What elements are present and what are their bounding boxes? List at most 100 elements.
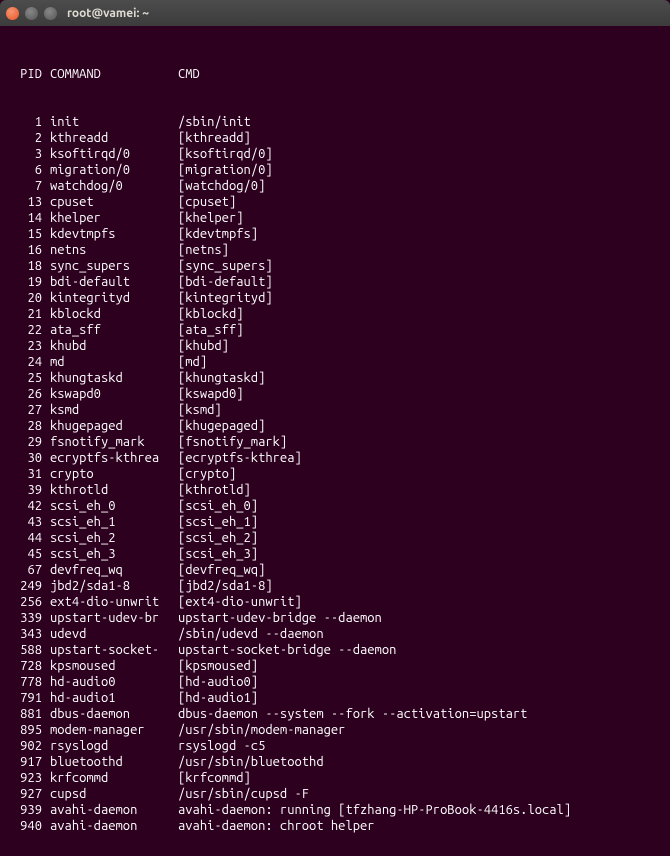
cell-pid: 14 bbox=[10, 210, 50, 226]
cell-cmd: [scsi_eh_1] bbox=[178, 514, 660, 530]
cell-pid: 927 bbox=[10, 786, 50, 802]
cell-cmd: [watchdog/0] bbox=[178, 178, 660, 194]
cell-pid: 42 bbox=[10, 498, 50, 514]
table-row: 20kintegrityd[kintegrityd] bbox=[10, 290, 660, 306]
table-row: 22ata_sff[ata_sff] bbox=[10, 322, 660, 338]
header-command: COMMAND bbox=[50, 66, 178, 82]
cell-cmd: [hd-audio1] bbox=[178, 690, 660, 706]
terminal-output[interactable]: PID COMMAND CMD 1init/sbin/init2kthreadd… bbox=[0, 26, 670, 856]
window-controls bbox=[6, 7, 57, 20]
cell-command: migration/0 bbox=[50, 162, 178, 178]
cell-cmd: [kdevtmpfs] bbox=[178, 226, 660, 242]
cell-command: sync_supers bbox=[50, 258, 178, 274]
cell-cmd: [ext4-dio-unwrit] bbox=[178, 594, 660, 610]
cell-command: hd-audio1 bbox=[50, 690, 178, 706]
table-row: 45scsi_eh_3[scsi_eh_3] bbox=[10, 546, 660, 562]
cell-command: kswapd0 bbox=[50, 386, 178, 402]
cell-cmd: /usr/sbin/modem-manager bbox=[178, 722, 660, 738]
table-row: 18sync_supers[sync_supers] bbox=[10, 258, 660, 274]
cell-cmd: [khungtaskd] bbox=[178, 370, 660, 386]
cell-pid: 939 bbox=[10, 802, 50, 818]
cell-pid: 45 bbox=[10, 546, 50, 562]
cell-command: netns bbox=[50, 242, 178, 258]
cell-cmd: dbus-daemon --system --fork --activation… bbox=[178, 706, 660, 722]
table-row: 917bluetoothd/usr/sbin/bluetoothd bbox=[10, 754, 660, 770]
cell-command: avahi-daemon bbox=[50, 818, 178, 834]
window-title: root@vamei: ~ bbox=[67, 7, 149, 20]
table-row: 881dbus-daemondbus-daemon --system --for… bbox=[10, 706, 660, 722]
cell-command: kintegrityd bbox=[50, 290, 178, 306]
cell-command: khubd bbox=[50, 338, 178, 354]
cell-pid: 25 bbox=[10, 370, 50, 386]
cell-cmd: [sync_supers] bbox=[178, 258, 660, 274]
cell-cmd: [bdi-default] bbox=[178, 274, 660, 290]
cell-pid: 23 bbox=[10, 338, 50, 354]
cell-command: jbd2/sda1-8 bbox=[50, 578, 178, 594]
cell-command: khelper bbox=[50, 210, 178, 226]
close-icon[interactable] bbox=[6, 7, 19, 20]
cell-cmd: [scsi_eh_2] bbox=[178, 530, 660, 546]
cell-pid: 21 bbox=[10, 306, 50, 322]
cell-pid: 18 bbox=[10, 258, 50, 274]
cell-pid: 940 bbox=[10, 818, 50, 834]
cell-pid: 28 bbox=[10, 418, 50, 434]
table-row: 728kpsmoused[kpsmoused] bbox=[10, 658, 660, 674]
table-row: 21kblockd[kblockd] bbox=[10, 306, 660, 322]
table-row: 923krfcommd[krfcommd] bbox=[10, 770, 660, 786]
cell-cmd: /sbin/udevd --daemon bbox=[178, 626, 660, 642]
table-row: 25khungtaskd[khungtaskd] bbox=[10, 370, 660, 386]
cell-cmd: [scsi_eh_0] bbox=[178, 498, 660, 514]
table-row: 6migration/0[migration/0] bbox=[10, 162, 660, 178]
cell-cmd: [khubd] bbox=[178, 338, 660, 354]
cell-cmd: [crypto] bbox=[178, 466, 660, 482]
cell-command: scsi_eh_3 bbox=[50, 546, 178, 562]
table-row: 30ecryptfs-kthrea[ecryptfs-kthrea] bbox=[10, 450, 660, 466]
cell-command: crypto bbox=[50, 466, 178, 482]
table-row: 895modem-manager/usr/sbin/modem-manager bbox=[10, 722, 660, 738]
cell-cmd: avahi-daemon: chroot helper bbox=[178, 818, 660, 834]
cell-pid: 2 bbox=[10, 130, 50, 146]
cell-command: kdevtmpfs bbox=[50, 226, 178, 242]
cell-pid: 917 bbox=[10, 754, 50, 770]
cell-cmd: [kblockd] bbox=[178, 306, 660, 322]
cell-command: rsyslogd bbox=[50, 738, 178, 754]
cell-cmd: [migration/0] bbox=[178, 162, 660, 178]
table-row: 39kthrotld[kthrotld] bbox=[10, 482, 660, 498]
cell-pid: 30 bbox=[10, 450, 50, 466]
cell-pid: 588 bbox=[10, 642, 50, 658]
table-row: 14khelper[khelper] bbox=[10, 210, 660, 226]
cell-command: ata_sff bbox=[50, 322, 178, 338]
cell-pid: 7 bbox=[10, 178, 50, 194]
table-row: 16netns[netns] bbox=[10, 242, 660, 258]
cell-command: kpsmoused bbox=[50, 658, 178, 674]
table-row: 927cupsd/usr/sbin/cupsd -F bbox=[10, 786, 660, 802]
table-row: 44scsi_eh_2[scsi_eh_2] bbox=[10, 530, 660, 546]
cell-command: upstart-udev-br bbox=[50, 610, 178, 626]
cell-cmd: [scsi_eh_3] bbox=[178, 546, 660, 562]
cell-pid: 24 bbox=[10, 354, 50, 370]
table-row: 26kswapd0[kswapd0] bbox=[10, 386, 660, 402]
cell-command: khugepaged bbox=[50, 418, 178, 434]
cell-command: ksoftirqd/0 bbox=[50, 146, 178, 162]
cell-pid: 339 bbox=[10, 610, 50, 626]
cell-pid: 15 bbox=[10, 226, 50, 242]
cell-command: devfreq_wq bbox=[50, 562, 178, 578]
cell-cmd: avahi-daemon: running [tfzhang-HP-ProBoo… bbox=[178, 802, 660, 818]
cell-command: md bbox=[50, 354, 178, 370]
header-cmd: CMD bbox=[178, 66, 660, 82]
cell-command: scsi_eh_1 bbox=[50, 514, 178, 530]
table-row: 67devfreq_wq[devfreq_wq] bbox=[10, 562, 660, 578]
cell-cmd: [md] bbox=[178, 354, 660, 370]
cell-pid: 43 bbox=[10, 514, 50, 530]
cell-command: kthrotld bbox=[50, 482, 178, 498]
cell-command: upstart-socket- bbox=[50, 642, 178, 658]
cell-pid: 728 bbox=[10, 658, 50, 674]
cell-command: bluetoothd bbox=[50, 754, 178, 770]
cell-cmd: /sbin/init bbox=[178, 114, 660, 130]
cell-pid: 29 bbox=[10, 434, 50, 450]
cell-pid: 895 bbox=[10, 722, 50, 738]
minimize-icon[interactable] bbox=[25, 7, 38, 20]
maximize-icon[interactable] bbox=[44, 7, 57, 20]
cell-cmd: [kintegrityd] bbox=[178, 290, 660, 306]
cell-cmd: [kswapd0] bbox=[178, 386, 660, 402]
